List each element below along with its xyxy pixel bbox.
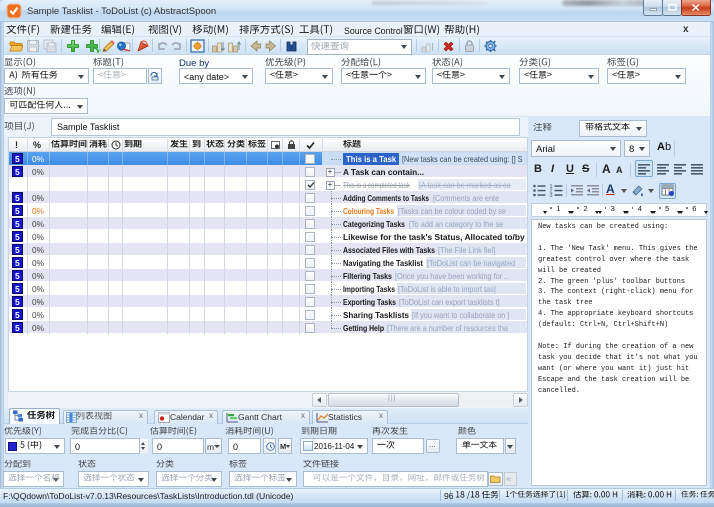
svg-text:3: 3: [550, 193, 553, 197]
